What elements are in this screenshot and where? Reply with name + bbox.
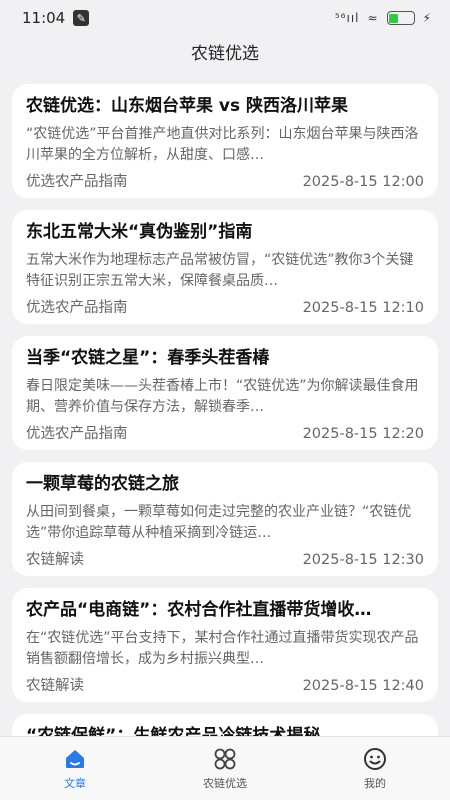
tab-label: 我的 bbox=[364, 777, 386, 790]
article-title: 一颗草莓的农链之旅 bbox=[26, 474, 179, 494]
article-card[interactable]: 农产品“电商链”：农村合作社直播带货增收… 在“农链优选”平台支持下，某村合作社… bbox=[12, 588, 438, 702]
article-category: 优选农产品指南 bbox=[26, 174, 128, 190]
article-summary: 从田间到餐桌，一颗草莓如何走过完整的农业产业链？“农链优选”带你追踪草莓从种植采… bbox=[26, 504, 412, 541]
article-summary: 在“农链优选”平台支持下，某村合作社通过直播带货实现农产品销售额翻倍增长，成为乡… bbox=[26, 630, 419, 667]
smiley-icon bbox=[364, 748, 386, 770]
article-card[interactable]: 东北五常大米“真伪鉴别”指南 五常大米作为地理标志产品常被仿冒，“农链优选”教你… bbox=[12, 210, 438, 324]
tab-articles[interactable]: 文章 bbox=[15, 737, 135, 791]
article-category: 优选农产品指南 bbox=[26, 426, 128, 442]
page-title: 农链优选 bbox=[191, 44, 259, 64]
battery-icon bbox=[386, 11, 415, 25]
bottom-tab-bar: 文章 农链优选 我的 bbox=[0, 736, 450, 800]
tab-profile[interactable]: 我的 bbox=[315, 737, 435, 791]
article-date: 2025-8-15 12:30 bbox=[302, 552, 424, 568]
article-date: 2025-8-15 12:20 bbox=[302, 426, 424, 442]
wrench-icon: ✎ bbox=[73, 10, 90, 26]
article-card[interactable]: “农链保鲜”：生鲜农产品冷链技术揭秘 bbox=[12, 714, 438, 736]
article-card[interactable]: 当季“农链之星”：春季头茬香椿 春日限定美味——头茬香椿上市！“农链优选”为你解… bbox=[12, 336, 438, 450]
status-time: 11:04 bbox=[22, 9, 66, 27]
grid-flower-icon bbox=[214, 748, 236, 770]
article-title: 农链优选：山东烟台苹果 vs 陕西洛川苹果 bbox=[26, 96, 349, 116]
article-list[interactable]: 农链优选：山东烟台苹果 vs 陕西洛川苹果 “农链优选”平台首推产地直供对比系列… bbox=[12, 84, 438, 736]
wifi-icon: ≈ bbox=[367, 11, 379, 25]
home-icon bbox=[66, 750, 84, 768]
tab-nonglian-youxuan[interactable]: 农链优选 bbox=[165, 737, 285, 791]
article-title: 当季“农链之星”：春季头茬香椿 bbox=[26, 348, 270, 368]
article-summary: “农链优选”平台首推产地直供对比系列：山东烟台苹果与陕西洛川苹果的全方位解析，从… bbox=[26, 126, 419, 163]
article-card[interactable]: 一颗草莓的农链之旅 从田间到餐桌，一颗草莓如何走过完整的农业产业链？“农链优选”… bbox=[12, 462, 438, 576]
article-category: 农链解读 bbox=[26, 552, 84, 568]
signal-icon: ⁵⁶ııl bbox=[334, 11, 360, 25]
article-date: 2025-8-15 12:40 bbox=[302, 678, 424, 694]
article-title: “农链保鲜”：生鲜农产品冷链技术揭秘 bbox=[26, 726, 321, 736]
article-summary: 五常大米作为地理标志产品常被仿冒，“农链优选”教你3个关键特征识别正宗五常大米，… bbox=[26, 252, 414, 289]
article-date: 2025-8-15 12:00 bbox=[302, 174, 424, 190]
tab-label: 农链优选 bbox=[203, 777, 247, 790]
article-card[interactable]: 农链优选：山东烟台苹果 vs 陕西洛川苹果 “农链优选”平台首推产地直供对比系列… bbox=[12, 84, 438, 198]
article-summary: 春日限定美味——头茬香椿上市！“农链优选”为你解读最佳食用期、营养价值与保存方法… bbox=[26, 378, 419, 415]
article-title: 东北五常大米“真伪鉴别”指南 bbox=[26, 222, 253, 242]
article-category: 农链解读 bbox=[26, 678, 84, 694]
charging-icon: ⚡ bbox=[422, 11, 432, 25]
article-date: 2025-8-15 12:10 bbox=[302, 300, 424, 316]
status-bar: 11:04 ✎ ⁵⁶ııl ≈ ⚡ bbox=[0, 0, 450, 36]
tab-label: 文章 bbox=[64, 777, 86, 790]
article-title: 农产品“电商链”：农村合作社直播带货增收… bbox=[26, 600, 372, 620]
article-category: 优选农产品指南 bbox=[26, 300, 128, 316]
